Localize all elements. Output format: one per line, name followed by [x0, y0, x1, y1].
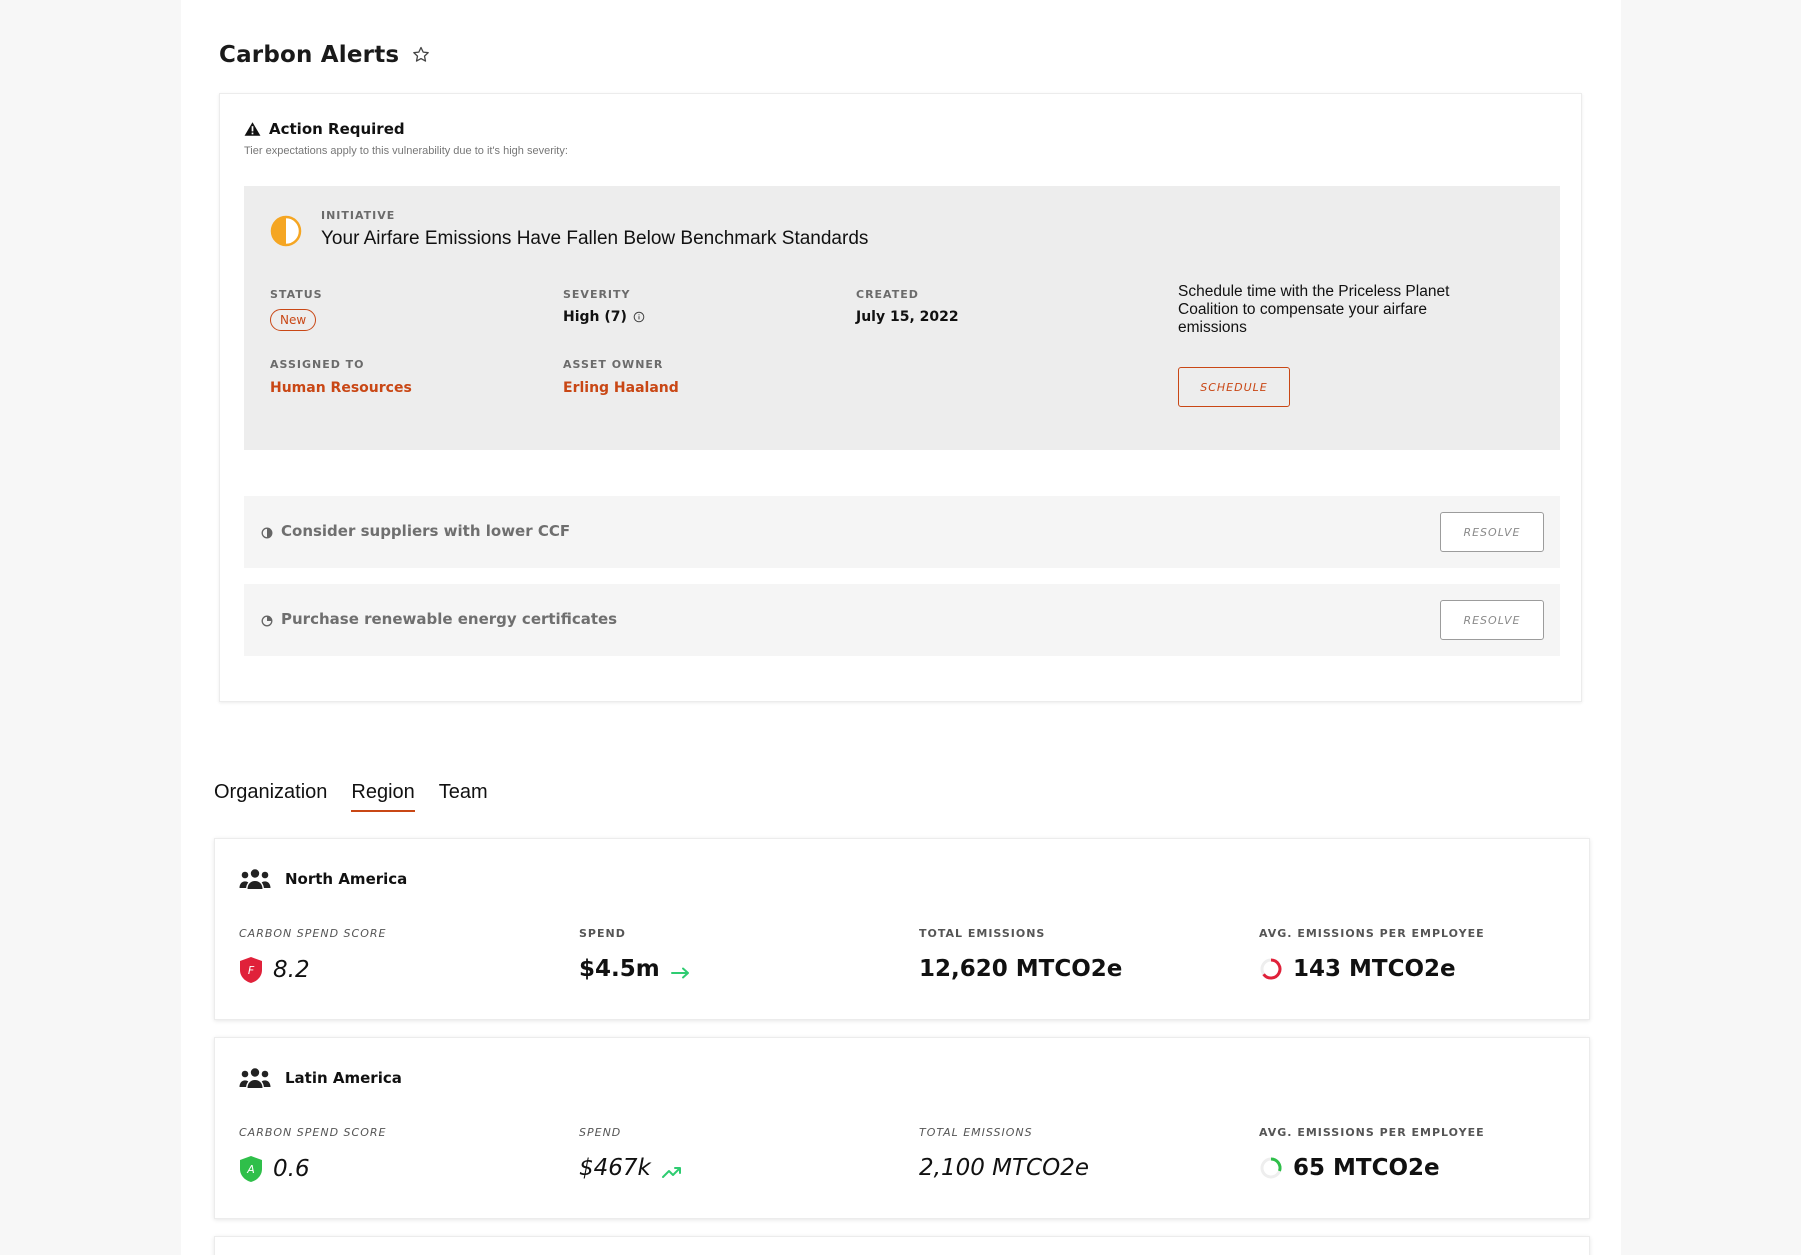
- tab-organization[interactable]: Organization: [214, 781, 327, 812]
- view-tabs: Organization Region Team: [214, 781, 488, 812]
- half-circle-icon: [270, 215, 302, 247]
- page-header: Carbon Alerts: [219, 42, 431, 68]
- carbon-score-metric: CARBON SPEND SCORE F 8.2: [239, 927, 386, 984]
- recommendation-row: Purchase renewable energy certificates R…: [244, 584, 1560, 656]
- grade-shield-icon: A: [239, 1155, 263, 1183]
- group-icon: [239, 868, 271, 890]
- total-emissions-metric: TOTAL EMISSIONS 2,100 MTCO2e: [919, 1126, 1089, 1181]
- status-label: STATUS: [270, 288, 323, 301]
- recommendation-row: Consider suppliers with lower CCF RESOLV…: [244, 496, 1560, 568]
- metric-label: SPEND: [579, 927, 626, 940]
- metric-value: $4.5m: [579, 956, 660, 982]
- tab-team[interactable]: Team: [439, 781, 488, 812]
- severity-value: High (7): [563, 309, 627, 325]
- spend-metric: SPEND $4.5m: [579, 927, 692, 982]
- star-icon[interactable]: [411, 45, 431, 65]
- status-field: STATUS New: [270, 288, 323, 331]
- metric-value: 8.2: [273, 957, 310, 983]
- metric-value: 12,620 MTCO2e: [919, 956, 1123, 982]
- info-icon[interactable]: [633, 311, 645, 323]
- region-card[interactable]: Latin America CARBON SPEND SCORE A 0.6 S…: [214, 1037, 1590, 1219]
- metric-label: AVG. EMISSIONS PER EMPLOYEE: [1259, 1126, 1485, 1139]
- created-field: CREATED July 15, 2022: [856, 288, 959, 325]
- assigned-link[interactable]: Human Resources: [270, 380, 412, 396]
- status-badge: New: [270, 309, 317, 331]
- initiative-title: Your Airfare Emissions Have Fallen Below…: [321, 228, 869, 249]
- action-required-subtitle: Tier expectations apply to this vulnerab…: [244, 145, 568, 157]
- region-card-partial: [214, 1236, 1590, 1255]
- metric-label: CARBON SPEND SCORE: [239, 1126, 387, 1139]
- grade-letter: A: [246, 1163, 255, 1176]
- metric-label: SPEND: [579, 1126, 622, 1139]
- action-required-heading: Action Required: [244, 120, 405, 138]
- schedule-button[interactable]: SCHEDULE: [1178, 367, 1290, 407]
- created-value: July 15, 2022: [856, 309, 959, 325]
- metric-value: 0.6: [273, 1156, 310, 1182]
- arrow-right-icon: [670, 961, 692, 979]
- carbon-score-metric: CARBON SPEND SCORE A 0.6: [239, 1126, 386, 1183]
- owner-label: ASSET OWNER: [563, 358, 664, 371]
- region-card[interactable]: North America CARBON SPEND SCORE F 8.2 S…: [214, 838, 1590, 1020]
- region-name: North America: [285, 870, 408, 888]
- metric-value: $467k: [579, 1155, 651, 1181]
- region-name: Latin America: [285, 1069, 402, 1087]
- recommendation-label: Consider suppliers with lower CCF: [281, 522, 571, 540]
- owner-field: ASSET OWNER Erling Haaland: [563, 358, 679, 397]
- schedule-description: Schedule time with the Priceless Planet …: [1178, 283, 1450, 336]
- avg-emissions-metric: AVG. EMISSIONS PER EMPLOYEE 65 MTCO2e: [1259, 1126, 1485, 1181]
- alert-card: Action Required Tier expectations apply …: [219, 93, 1582, 702]
- metric-label: AVG. EMISSIONS PER EMPLOYEE: [1259, 927, 1485, 940]
- owner-link[interactable]: Erling Haaland: [563, 380, 679, 396]
- created-label: CREATED: [856, 288, 919, 301]
- metric-label: TOTAL EMISSIONS: [919, 1126, 1033, 1139]
- total-emissions-metric: TOTAL EMISSIONS 12,620 MTCO2e: [919, 927, 1122, 982]
- avg-emissions-metric: AVG. EMISSIONS PER EMPLOYEE 143 MTCO2e: [1259, 927, 1485, 982]
- grade-shield-icon: F: [239, 956, 263, 984]
- severity-label: SEVERITY: [563, 288, 631, 301]
- metric-value: 2,100 MTCO2e: [919, 1155, 1089, 1181]
- grade-letter: F: [248, 964, 255, 977]
- assigned-field: ASSIGNED TO Human Resources: [270, 358, 412, 397]
- initiative-panel: INITIATIVE Your Airfare Emissions Have F…: [244, 186, 1560, 450]
- tab-region[interactable]: Region: [351, 781, 415, 812]
- spend-metric: SPEND $467k: [579, 1126, 683, 1181]
- ring-progress-icon: [1259, 1156, 1283, 1180]
- resolve-button[interactable]: RESOLVE: [1440, 600, 1544, 640]
- page-container: Carbon Alerts Action Required Tier expec…: [181, 0, 1621, 1255]
- action-required-title: Action Required: [269, 120, 405, 138]
- recommendation-label: Purchase renewable energy certificates: [281, 610, 618, 628]
- group-icon: [239, 1067, 271, 1089]
- metric-label: TOTAL EMISSIONS: [919, 927, 1046, 940]
- ring-progress-icon: [1259, 957, 1283, 981]
- metric-value: 143 MTCO2e: [1293, 956, 1456, 982]
- progress-circle-icon: [261, 613, 273, 627]
- warning-icon: [244, 121, 261, 137]
- metric-label: CARBON SPEND SCORE: [239, 927, 387, 940]
- resolve-button[interactable]: RESOLVE: [1440, 512, 1544, 552]
- page-title: Carbon Alerts: [219, 42, 400, 68]
- metric-value: 65 MTCO2e: [1293, 1155, 1440, 1181]
- assigned-label: ASSIGNED TO: [270, 358, 365, 371]
- half-circle-small-icon: [261, 525, 273, 539]
- initiative-kicker: INITIATIVE: [321, 209, 396, 222]
- trend-up-icon: [661, 1160, 683, 1178]
- severity-field: SEVERITY High (7): [563, 288, 645, 325]
